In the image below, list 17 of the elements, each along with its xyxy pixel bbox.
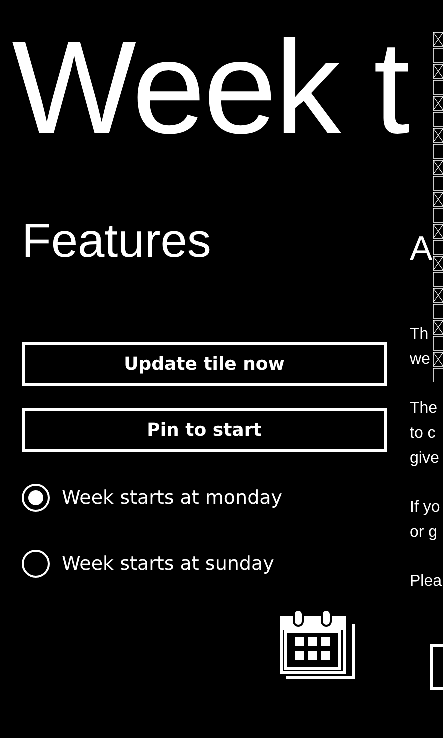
paragraph-line: or g xyxy=(410,523,439,543)
paragraph-line: to c xyxy=(410,424,437,444)
paragraph-line: give xyxy=(410,449,440,469)
section-header: A xyxy=(410,229,434,270)
paragraph-line: we xyxy=(410,350,432,370)
radio-button[interactable] xyxy=(22,550,50,578)
radio-label[interactable]: Week starts at monday xyxy=(62,487,283,509)
paragraph-line: Plea xyxy=(410,572,443,592)
paragraph-line: If yo xyxy=(410,498,442,518)
section-header: Features xyxy=(22,214,212,270)
action-button[interactable]: Pin to start xyxy=(22,408,387,452)
paragraph-line: The xyxy=(410,399,439,419)
radio-label[interactable]: Week starts at sunday xyxy=(62,553,274,575)
action-button[interactable]: Update tile now xyxy=(22,342,387,386)
app-title: Week t xyxy=(11,13,410,163)
radio-button[interactable] xyxy=(22,484,50,512)
paragraph-line: Th xyxy=(410,325,430,345)
